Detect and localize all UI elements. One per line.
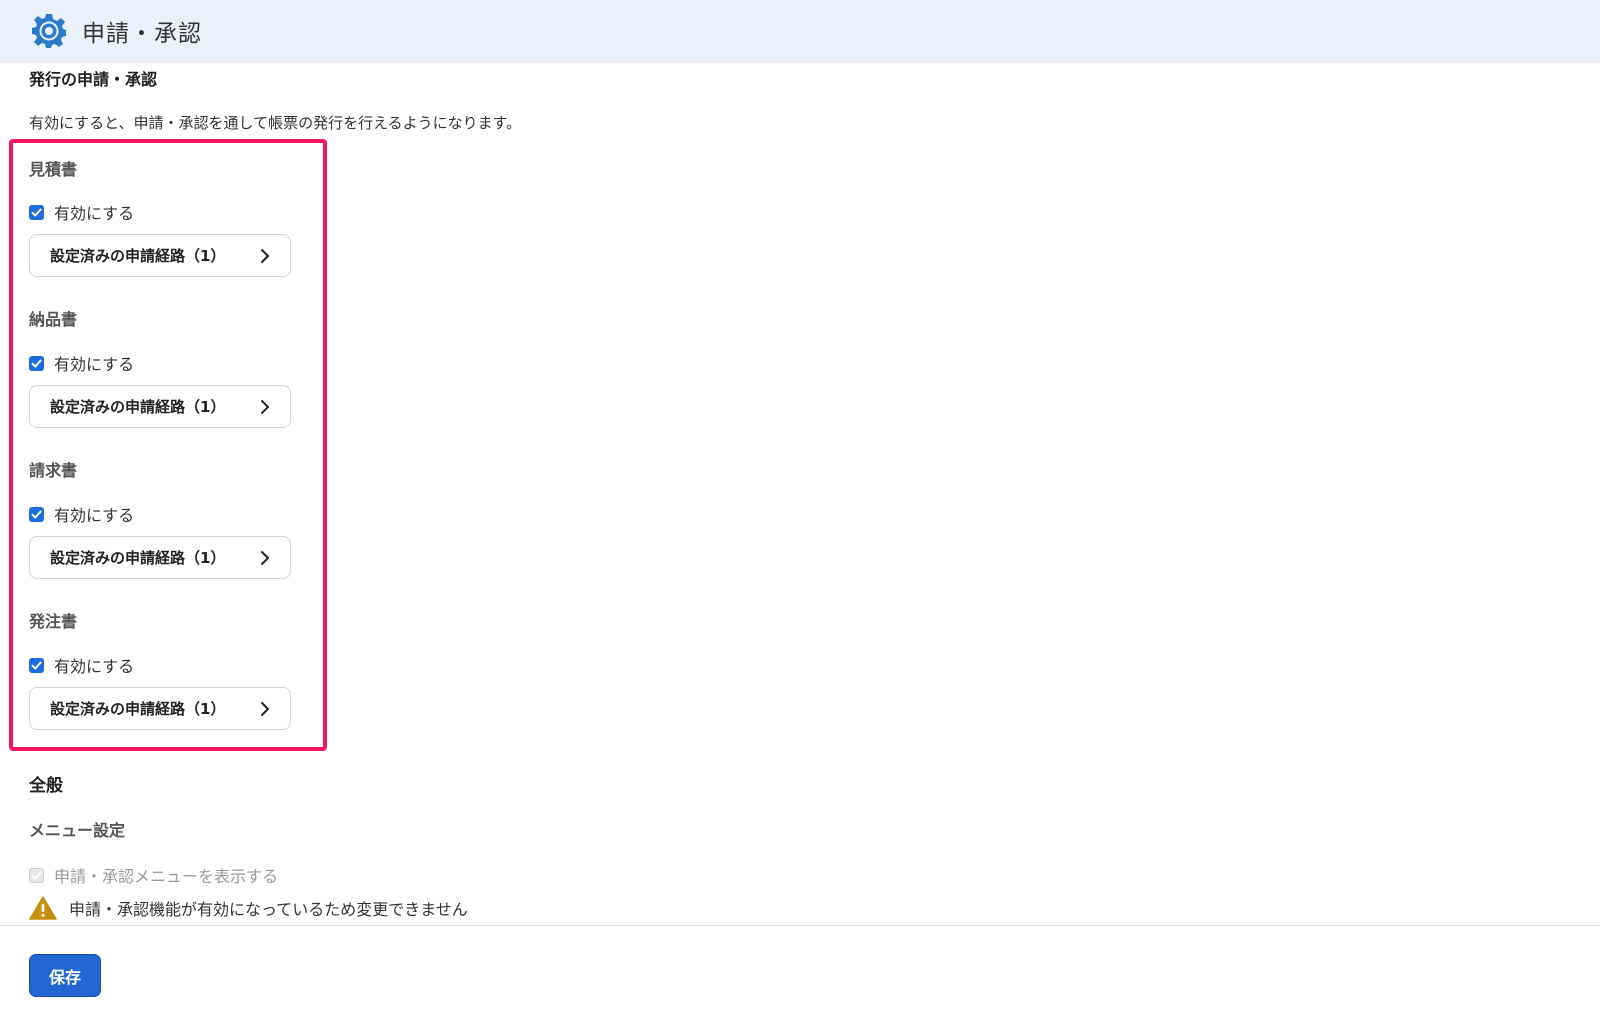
issuance-section-title: 発行の申請・承認 — [29, 70, 158, 89]
route-button-label: 設定済みの申請経路（1） — [50, 247, 226, 265]
page-title: 申請・承認 — [82, 20, 202, 47]
menu-settings-title: メニュー設定 — [29, 821, 126, 840]
checkbox-enable-estimate[interactable]: 有効にする — [29, 200, 134, 224]
checkbox-checked-icon[interactable] — [29, 657, 44, 673]
doc-label-purchase-order: 発注書 — [29, 612, 78, 631]
checkbox-checked-icon[interactable] — [29, 204, 44, 220]
checkbox-label: 有効にする — [54, 355, 135, 374]
checkbox-disabled-icon[interactable] — [29, 867, 44, 883]
footer-divider — [0, 925, 1600, 926]
route-button-delivery[interactable]: 設定済みの申請経路（1） — [29, 385, 291, 428]
doc-label-estimate: 見積書 — [29, 160, 78, 179]
gear-icon — [30, 12, 68, 50]
doc-label-delivery: 納品書 — [29, 310, 78, 329]
checkbox-checked-icon[interactable] — [29, 506, 44, 522]
route-button-estimate[interactable]: 設定済みの申請経路（1） — [29, 234, 291, 277]
warning-text: 申請・承認機能が有効になっているため変更できません — [69, 900, 468, 919]
checkbox-label: 有効にする — [54, 204, 135, 223]
checkbox-show-menu[interactable]: 申請・承認メニューを表示する — [29, 863, 278, 887]
save-button[interactable]: 保存 — [29, 954, 101, 997]
route-button-purchase-order[interactable]: 設定済みの申請経路（1） — [29, 687, 291, 730]
route-button-invoice[interactable]: 設定済みの申請経路（1） — [29, 536, 291, 579]
issuance-description: 有効にすると、申請・承認を通して帳票の発行を行えるようになります。 — [29, 114, 522, 132]
chevron-right-icon — [261, 551, 269, 565]
checkbox-checked-icon[interactable] — [29, 355, 44, 371]
general-section-title: 全般 — [29, 776, 63, 796]
warning-icon — [29, 896, 57, 920]
page-header: 申請・承認 — [0, 0, 1600, 62]
doc-label-invoice: 請求書 — [29, 461, 78, 480]
route-button-label: 設定済みの申請経路（1） — [50, 700, 226, 718]
checkbox-enable-purchase-order[interactable]: 有効にする — [29, 653, 134, 677]
route-button-label: 設定済みの申請経路（1） — [50, 398, 226, 416]
checkbox-label: 有効にする — [54, 506, 135, 525]
route-button-label: 設定済みの申請経路（1） — [50, 549, 226, 567]
chevron-right-icon — [261, 702, 269, 716]
checkbox-label: 有効にする — [54, 657, 135, 676]
checkbox-enable-invoice[interactable]: 有効にする — [29, 502, 134, 526]
chevron-right-icon — [261, 249, 269, 263]
checkbox-enable-delivery[interactable]: 有効にする — [29, 351, 134, 375]
warning-message: 申請・承認機能が有効になっているため変更できません — [29, 895, 468, 921]
checkbox-label: 申請・承認メニューを表示する — [54, 867, 279, 886]
chevron-right-icon — [261, 400, 269, 414]
